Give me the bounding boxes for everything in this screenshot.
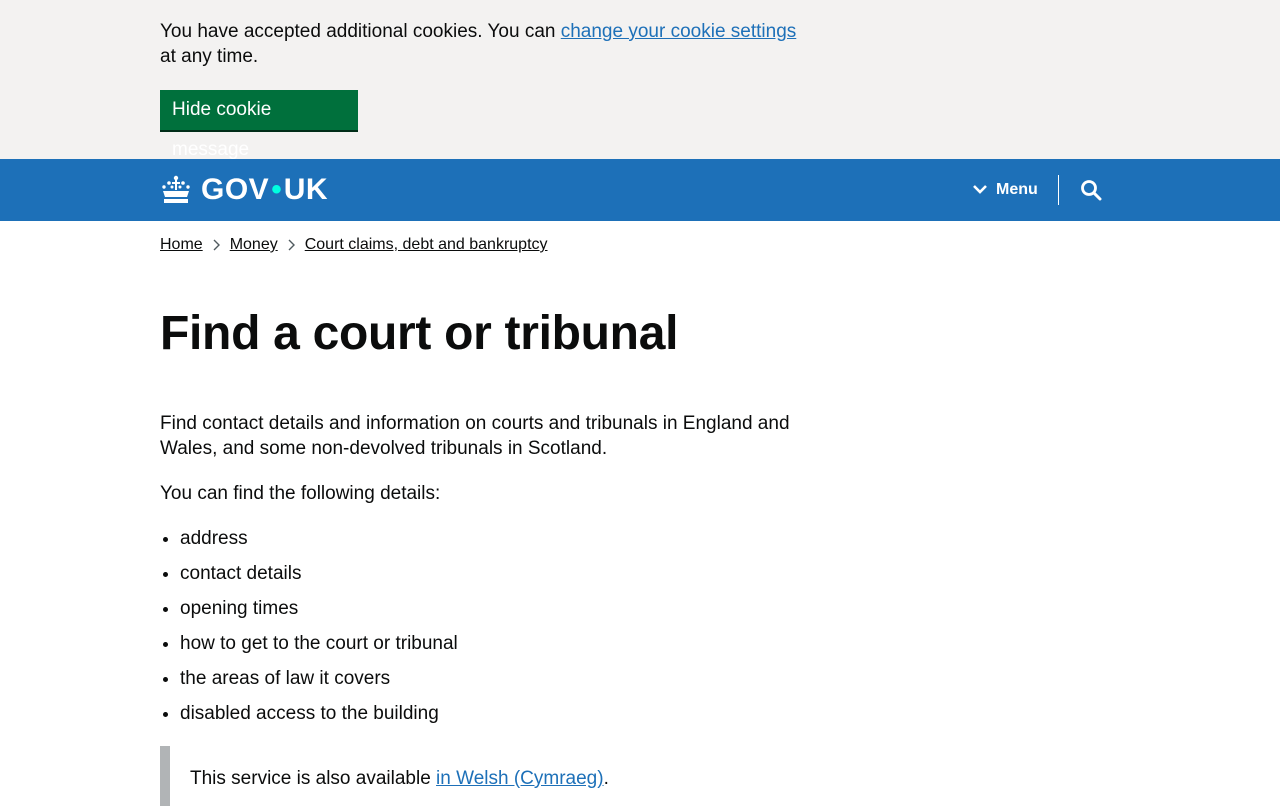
page-title: Find a court or tribunal bbox=[160, 307, 679, 360]
header-divider bbox=[1058, 175, 1059, 205]
cookie-text-before: You have accepted additional cookies. Yo… bbox=[160, 21, 561, 42]
menu-button[interactable]: Menu bbox=[972, 175, 1038, 205]
list-item: address bbox=[180, 526, 458, 551]
site-header: GOV • UK Menu bbox=[0, 159, 1280, 221]
cookie-settings-link[interactable]: change your cookie settings bbox=[561, 21, 797, 42]
breadcrumb-home[interactable]: Home bbox=[160, 235, 203, 255]
crown-icon bbox=[162, 175, 190, 203]
search-button[interactable] bbox=[1076, 175, 1106, 205]
list-item: contact details bbox=[180, 561, 458, 586]
logo-dot: • bbox=[271, 173, 282, 206]
chevron-right-icon bbox=[213, 239, 220, 251]
details-list: address contact details opening times ho… bbox=[160, 526, 458, 736]
list-item: how to get to the court or tribunal bbox=[180, 631, 458, 656]
breadcrumb-money[interactable]: Money bbox=[230, 235, 278, 255]
chevron-down-icon bbox=[973, 185, 987, 194]
welsh-link[interactable]: in Welsh (Cymraeg) bbox=[436, 768, 604, 789]
logo-text-gov: GOV bbox=[201, 173, 270, 206]
welsh-inset: This service is also available in Welsh … bbox=[160, 746, 800, 806]
logo-text-uk: UK bbox=[283, 173, 329, 206]
inset-text: This service is also available in Welsh … bbox=[190, 766, 800, 791]
menu-label: Menu bbox=[996, 181, 1038, 198]
hide-cookie-message-button[interactable]: Hide cookie message bbox=[160, 90, 358, 160]
cookie-message: You have accepted additional cookies. Yo… bbox=[160, 19, 800, 69]
details-lead: You can find the following details: bbox=[160, 483, 441, 504]
inset-text-before: This service is also available bbox=[190, 768, 437, 789]
list-item: the areas of law it covers bbox=[180, 666, 458, 691]
intro-paragraph: Find contact details and information on … bbox=[160, 413, 790, 459]
chevron-right-icon bbox=[288, 239, 295, 251]
list-item: disabled access to the building bbox=[180, 701, 458, 726]
inset-text-after: . bbox=[603, 768, 609, 789]
breadcrumb-court-claims[interactable]: Court claims, debt and bankruptcy bbox=[305, 235, 548, 255]
govuk-logo[interactable]: GOV • UK bbox=[160, 172, 328, 208]
search-icon bbox=[1081, 180, 1102, 201]
breadcrumb: Home Money Court claims, debt and bankru… bbox=[160, 235, 548, 255]
cookie-text-after: at any time. bbox=[160, 46, 259, 67]
cookie-banner: You have accepted additional cookies. Yo… bbox=[0, 0, 1280, 160]
list-item: opening times bbox=[180, 596, 458, 621]
